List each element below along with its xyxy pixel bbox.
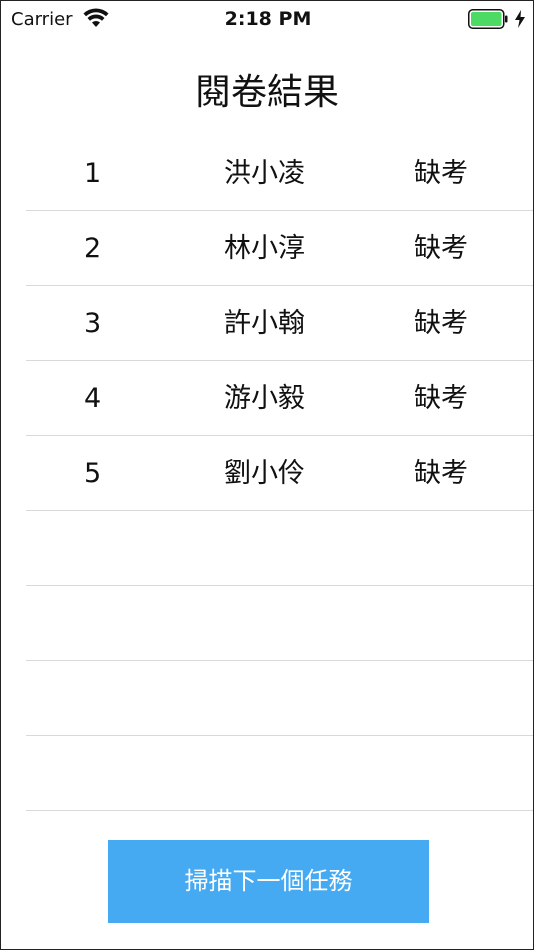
results-list: 1 洪小凌 缺考 2 林小淳 缺考 3 許小翰 缺考 4 游小毅 缺考 5 劉小… xyxy=(26,136,533,811)
table-row[interactable]: 2 林小淳 缺考 xyxy=(26,211,533,286)
battery-icon xyxy=(468,9,508,29)
status-time: 2:18 PM xyxy=(224,8,312,30)
status-bar: Carrier 2:18 PM xyxy=(1,1,533,37)
table-row[interactable]: 4 游小毅 缺考 xyxy=(26,361,533,436)
result-status: 缺考 xyxy=(414,158,468,189)
scan-next-task-button[interactable]: 掃描下一個任務 xyxy=(108,840,429,923)
table-row[interactable]: 1 洪小凌 缺考 xyxy=(26,136,533,211)
page-title: 閱卷結果 xyxy=(194,72,339,113)
row-number: 1 xyxy=(84,158,102,189)
result-status: 缺考 xyxy=(414,458,468,489)
charging-bolt-icon xyxy=(515,10,525,28)
row-number: 2 xyxy=(84,233,102,264)
row-number: 3 xyxy=(84,308,102,339)
student-name: 許小翰 xyxy=(224,308,305,339)
result-status: 缺考 xyxy=(414,308,468,339)
result-status: 缺考 xyxy=(414,383,468,414)
table-row[interactable]: 3 許小翰 缺考 xyxy=(26,286,533,361)
table-row-empty xyxy=(26,736,533,811)
table-row-empty xyxy=(26,586,533,661)
table-row-empty xyxy=(26,511,533,586)
student-name: 洪小凌 xyxy=(224,158,305,189)
result-status: 缺考 xyxy=(414,233,468,264)
table-row-empty xyxy=(26,661,533,736)
row-number: 4 xyxy=(84,383,102,414)
student-name: 林小淳 xyxy=(224,233,305,264)
student-name: 游小毅 xyxy=(224,383,305,414)
app-screen: Carrier 2:18 PM 閱卷結果 1 洪小凌 缺考 2 林小淳 缺考 3 xyxy=(0,0,534,950)
row-number: 5 xyxy=(84,458,102,489)
table-row[interactable]: 5 劉小伶 缺考 xyxy=(26,436,533,511)
student-name: 劉小伶 xyxy=(224,458,305,489)
